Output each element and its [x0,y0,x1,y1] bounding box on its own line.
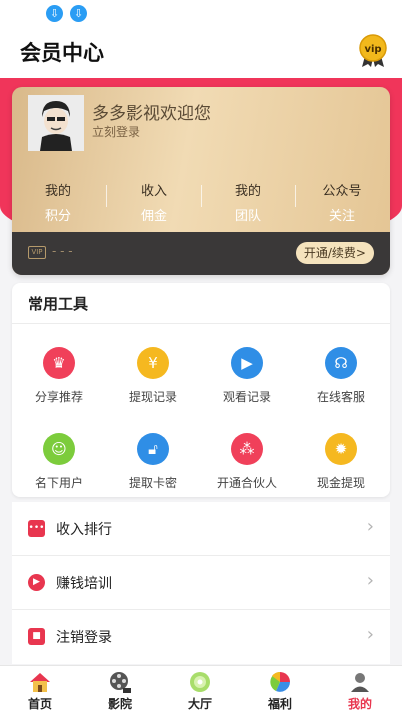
tool-withdraw-records[interactable]: ¥ 提现记录 [106,347,200,405]
welcome-text: 多多影视欢迎您 [92,104,211,124]
divider [12,323,390,324]
menu-list: ••• 收入排行 › ▶ 赚钱培训 › ■ 注销登录 › [12,502,390,664]
vip-card-icon: VIP [28,246,46,259]
lock-icon: 🔓︎ [137,433,169,465]
stat-points[interactable]: 我的 积分 [18,180,98,224]
tool-customer-service[interactable]: ☊ 在线客服 [294,347,388,405]
chevron-right-icon: › [366,570,374,591]
film-reel-icon [110,672,131,693]
screen-icon: ▶ [231,347,263,379]
chevron-right-icon: › [366,624,374,645]
renew-button[interactable]: 开通/续费> [295,242,374,264]
status-bar: ⇩ ⇩ [0,0,402,28]
chat-icon: ••• [28,520,45,537]
tab-hall[interactable]: 大厅 [160,666,240,715]
coins-icon: ¥ [137,347,169,379]
member-card: 多多影视欢迎您 立刻登录 我的 积分 收入 佣金 我的 团队 公众号 关注 VI… [12,87,390,275]
tab-label: 我的 [347,697,372,711]
divider [106,185,107,207]
stat-official-account[interactable]: 公众号 关注 [302,180,382,224]
crown-icon: ♛ [43,347,75,379]
tab-bar: 首页 影院 大厅 福利 我的 [0,665,402,715]
stat-label: 公众号 [322,184,362,199]
stat-commission[interactable]: 收入 佣金 [114,180,194,224]
tool-label: 提取卡密 [128,476,177,490]
tool-label: 提现记录 [128,390,177,404]
tool-label: 在线客服 [316,390,365,404]
tool-redeem-code[interactable]: 🔓︎ 提取卡密 [106,433,200,491]
headset-icon: ☊ [325,347,357,379]
vip-badge-icon[interactable]: vip [358,34,388,68]
home-icon [30,673,50,692]
stat-label: 我的 [234,184,261,199]
divider [295,185,296,207]
chevron-right-icon: › [366,516,374,537]
avatar[interactable] [28,95,84,151]
menu-label: 赚钱培训 [56,576,112,592]
download-icon: ⇩ [46,5,63,22]
vip-status-bar: VIP - - - 开通/续费> [12,232,390,275]
login-link[interactable]: 立刻登录 [92,123,140,140]
tool-label: 现金提现 [316,476,365,490]
stat-value: 团队 [234,209,261,224]
stat-value: 佣金 [140,209,167,224]
tool-cash-withdraw[interactable]: ✹ 现金提现 [294,433,388,491]
tab-mine[interactable]: 我的 [320,666,400,715]
user-icon [351,673,369,692]
tab-label: 首页 [27,697,52,711]
stat-label: 收入 [140,184,167,199]
gear-coin-icon: ✹ [325,433,357,465]
stat-value: 积分 [44,209,71,224]
tool-label: 分享推荐 [34,390,83,404]
lock-icon: ■ [28,628,45,645]
tab-welfare[interactable]: 福利 [240,666,320,715]
stat-value: 关注 [328,209,355,224]
download-icon: ⇩ [70,5,87,22]
tab-label: 影院 [107,697,132,711]
divider [201,185,202,207]
stat-label: 我的 [44,184,71,199]
pie-chart-icon [270,672,290,692]
tab-label: 大厅 [187,697,212,711]
page-title: 会员中心 [20,41,104,65]
tool-my-users[interactable]: ☺ 名下用户 [12,433,106,491]
tool-label: 观看记录 [222,390,271,404]
stat-team[interactable]: 我的 团队 [208,180,288,224]
network-icon: ⁂ [231,433,263,465]
disc-icon [190,672,210,692]
menu-label: 收入排行 [56,522,112,538]
tab-home[interactable]: 首页 [0,666,80,715]
menu-item-logout[interactable]: ■ 注销登录 › [12,610,390,664]
tool-become-partner[interactable]: ⁂ 开通合伙人 [200,433,294,491]
tab-label: 福利 [267,697,292,711]
tab-cinema[interactable]: 影院 [80,666,160,715]
vip-badge-text: vip [364,44,381,55]
header: 会员中心 vip [0,28,402,78]
tool-watch-history[interactable]: ▶ 观看记录 [200,347,294,405]
tool-label: 名下用户 [34,476,83,490]
contact-icon: ☺ [43,433,75,465]
tools-title: 常用工具 [28,295,89,313]
menu-label: 注销登录 [56,630,112,646]
menu-item-income-ranking[interactable]: ••• 收入排行 › [12,502,390,556]
menu-item-earning-training[interactable]: ▶ 赚钱培训 › [12,556,390,610]
play-icon: ▶ [28,574,45,591]
vip-expiry: - - - [52,244,73,258]
tools-card: 常用工具 ♛ 分享推荐 ¥ 提现记录 ▶ 观看记录 ☊ 在线客服 ☺ 名下用户 … [12,283,390,497]
tool-label: 开通合伙人 [216,476,277,490]
tool-share[interactable]: ♛ 分享推荐 [12,347,106,405]
